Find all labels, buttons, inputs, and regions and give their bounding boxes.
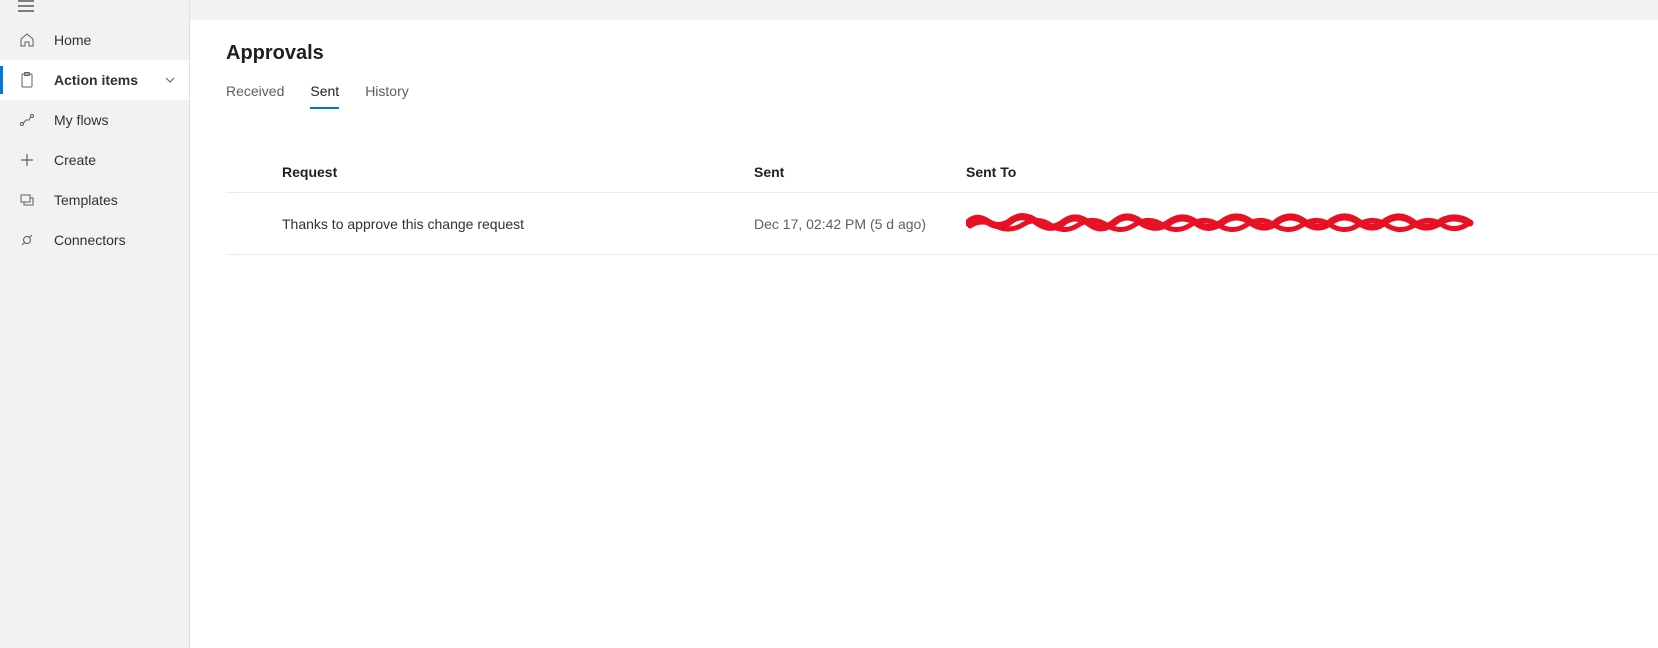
sidebar: Home Action items: [0, 0, 190, 648]
sidebar-item-label: Create: [54, 152, 177, 168]
table-header: Request Sent Sent To: [226, 151, 1658, 193]
tabs: Received Sent History: [226, 83, 1658, 107]
sidebar-item-label: Home: [54, 32, 177, 48]
connectors-icon: [18, 231, 36, 249]
sidebar-item-create[interactable]: Create: [0, 140, 189, 180]
hamburger-button[interactable]: [0, 0, 189, 20]
app-root: Home Action items: [0, 0, 1658, 648]
templates-icon: [18, 191, 36, 209]
column-header-sent-to[interactable]: Sent To: [966, 164, 1658, 180]
sidebar-item-label: Action items: [54, 72, 165, 88]
sidebar-item-label: Connectors: [54, 232, 177, 248]
home-icon: [18, 31, 36, 49]
table-row[interactable]: Thanks to approve this change request De…: [226, 193, 1658, 255]
hamburger-icon: [18, 0, 34, 12]
clipboard-icon: [18, 71, 36, 89]
tab-history[interactable]: History: [365, 83, 409, 107]
top-band: [190, 0, 1658, 20]
column-header-request[interactable]: Request: [282, 164, 754, 180]
cell-request: Thanks to approve this change request: [282, 216, 754, 232]
nav-list: Home Action items: [0, 20, 189, 260]
sidebar-item-label: My flows: [54, 112, 177, 128]
plus-icon: [18, 151, 36, 169]
chevron-down-icon: [165, 77, 177, 83]
sidebar-item-label: Templates: [54, 192, 177, 208]
tab-received[interactable]: Received: [226, 83, 284, 107]
sidebar-item-my-flows[interactable]: My flows: [0, 100, 189, 140]
flows-icon: [18, 111, 36, 129]
sidebar-item-templates[interactable]: Templates: [0, 180, 189, 220]
sidebar-item-home[interactable]: Home: [0, 20, 189, 60]
main-content: Approvals Received Sent History Request …: [190, 0, 1658, 648]
sidebar-item-connectors[interactable]: Connectors: [0, 220, 189, 260]
cell-sent: Dec 17, 02:42 PM (5 d ago): [754, 216, 966, 232]
page-title: Approvals: [226, 42, 1658, 65]
tab-sent[interactable]: Sent: [310, 83, 339, 107]
cell-sent-to: [966, 214, 1658, 234]
sidebar-item-action-items[interactable]: Action items: [0, 60, 189, 100]
redacted-content: [966, 214, 1658, 234]
approvals-table: Request Sent Sent To Thanks to approve t…: [226, 151, 1658, 255]
column-header-sent[interactable]: Sent: [754, 164, 966, 180]
content-area: Approvals Received Sent History Request …: [190, 20, 1658, 255]
